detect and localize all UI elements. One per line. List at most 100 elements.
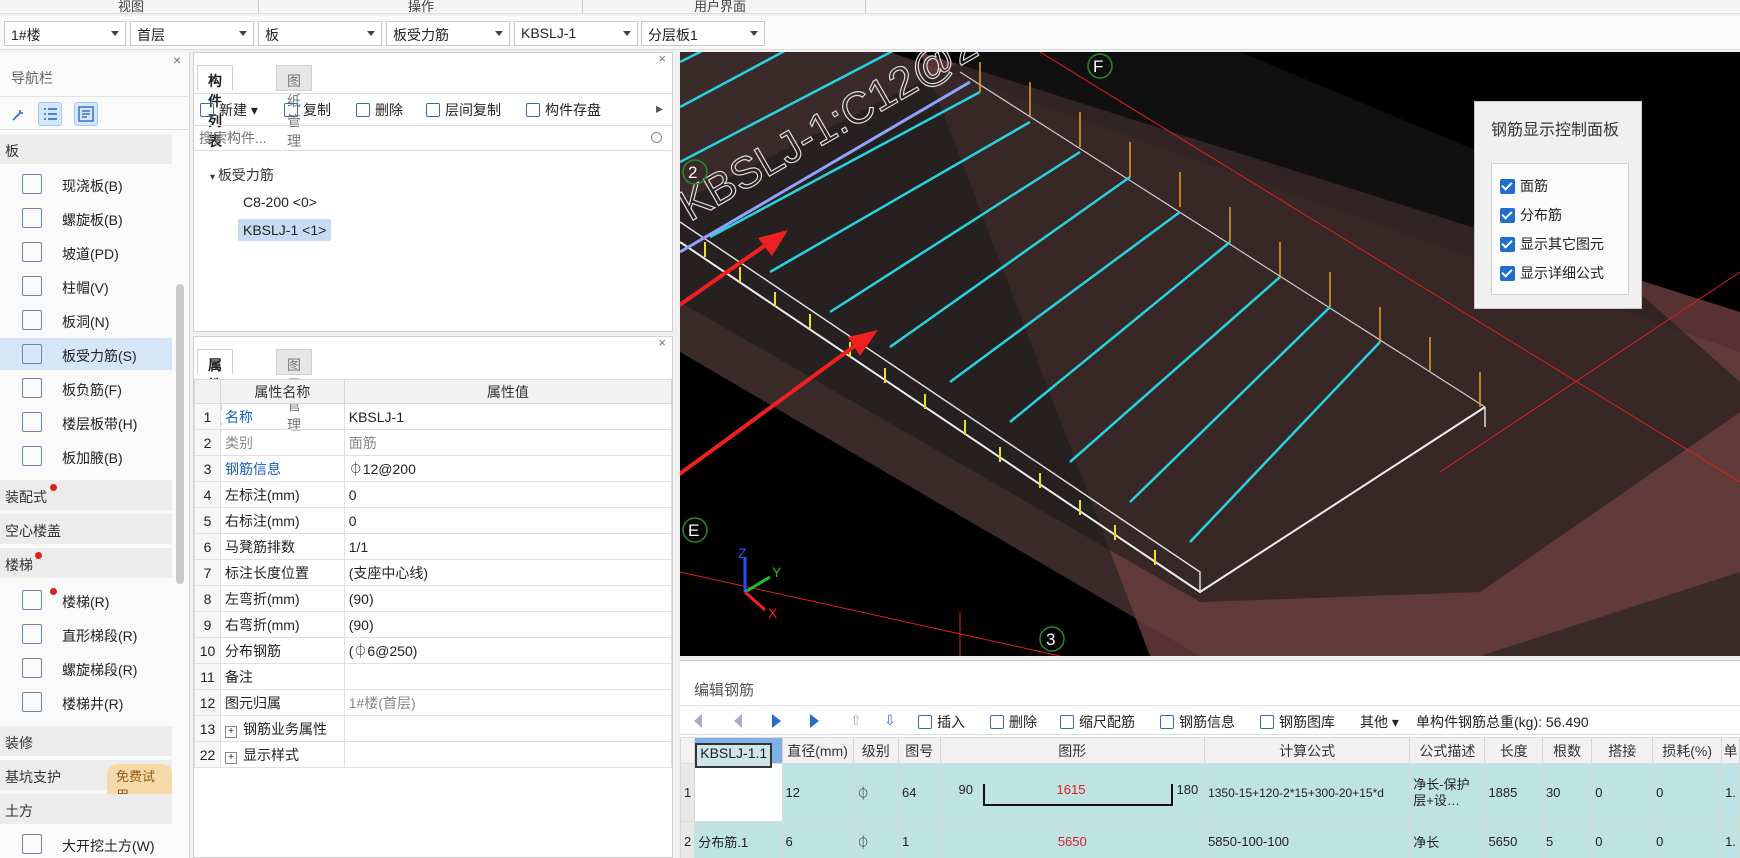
tab-layer-manage[interactable]: 图层管理	[276, 349, 312, 433]
table-row[interactable]: 5 右标注(mm) 0	[194, 507, 673, 534]
check-icon[interactable]	[1500, 237, 1515, 252]
nav-item-stair[interactable]: 楼梯(R)	[0, 584, 172, 616]
nav-category-stairs[interactable]: 楼梯	[0, 548, 172, 578]
table-row[interactable]: 4 左标注(mm) 0	[194, 481, 673, 508]
building-select[interactable]: 1#楼	[4, 21, 126, 46]
nav-toolbar	[0, 96, 190, 130]
table-row[interactable]: 7 标注长度位置 (支座中心线)	[194, 559, 673, 586]
stair-icon	[22, 590, 42, 610]
next-icon[interactable]	[772, 714, 781, 728]
slab-rebar-icon	[22, 344, 42, 364]
nav-scrollbar[interactable]	[176, 284, 184, 584]
rebar-shape-cell[interactable]: 90 1615 180	[939, 763, 1206, 822]
move-down-icon[interactable]: ⇩	[884, 712, 896, 729]
nav-item-slab-rebar[interactable]: 板受力筋(S)	[0, 338, 172, 370]
new-button[interactable]: 新建 ▾	[200, 100, 258, 120]
nav-item-spiral-flight[interactable]: 螺旋梯段(R)	[0, 652, 172, 684]
search-input[interactable]	[194, 126, 624, 150]
detail-view-icon[interactable]	[74, 102, 98, 126]
expand-icon[interactable]: ▾	[210, 172, 218, 183]
tab-component-list[interactable]: 构件列表	[197, 65, 233, 149]
table-row[interactable]: 11 备注	[194, 663, 673, 690]
expand-icon[interactable]: +	[224, 751, 237, 764]
check-icon[interactable]	[1500, 266, 1515, 281]
table-row[interactable]: 12 图元归属 1#楼(首层)	[194, 689, 673, 716]
check-icon[interactable]	[1500, 208, 1515, 223]
nav-category-earth[interactable]: 土方	[0, 794, 172, 824]
shape-line	[1170, 784, 1173, 806]
component-search	[194, 125, 672, 151]
tree-root[interactable]: ▾ 板受力筋	[210, 165, 274, 185]
rebar-info-button[interactable]: 钢筋信息	[1160, 712, 1235, 732]
more-icon[interactable]: ▸	[656, 100, 663, 117]
check-icon[interactable]	[1500, 179, 1515, 194]
spiral-flight-icon	[22, 658, 42, 678]
table-row[interactable]: 3 钢筋信息 ⏀12@200	[194, 455, 673, 482]
tab-property-list[interactable]: 属性列表	[197, 349, 233, 433]
nav-item-cast-slab[interactable]: 现浇板(B)	[0, 168, 172, 200]
nav-item-ramp[interactable]: 坡道(PD)	[0, 236, 172, 268]
tab-drawing-manage[interactable]: 图纸管理	[276, 65, 312, 149]
table-row[interactable]: 8 左弯折(mm) (90)	[194, 585, 673, 612]
nav-category-hollow[interactable]: 空心楼盖	[0, 514, 172, 544]
table-row[interactable]: 6 马凳筋排数 1/1	[194, 533, 673, 560]
other-dropdown[interactable]: 其他 ▾	[1360, 712, 1399, 732]
axis-gizmo-icon	[743, 557, 771, 612]
type-select[interactable]: 板受力筋	[386, 21, 510, 46]
table-row[interactable]: 22 + 显示样式	[194, 741, 673, 768]
tree-item-kbslj[interactable]: KBSLJ-1 <1>	[238, 219, 332, 241]
checkbox-top-rebar[interactable]: 面筋	[1500, 176, 1548, 196]
close-icon[interactable]: ×	[658, 51, 666, 66]
nav-item-straight-flight[interactable]: 直形梯段(R)	[0, 618, 172, 650]
checkbox-distribution-rebar[interactable]: 分布筋	[1500, 205, 1562, 225]
list-view-icon[interactable]	[38, 102, 62, 126]
copy-button[interactable]: 复制	[284, 100, 331, 120]
nav-item-excavation[interactable]: 大开挖土方(W)	[0, 828, 172, 858]
component-select[interactable]: KBSLJ-1	[514, 21, 638, 46]
table-row[interactable]: 1 名称 KBSLJ-1	[194, 403, 673, 430]
search-icon[interactable]	[651, 132, 662, 143]
table-row[interactable]: 10 分布钢筋 (⏀6@250)	[194, 637, 673, 664]
first-icon[interactable]	[694, 714, 702, 728]
nav-item-column-cap[interactable]: 柱帽(V)	[0, 270, 172, 302]
floor-copy-button[interactable]: 层间复制	[426, 100, 501, 120]
rebar-library-button[interactable]: 钢筋图库	[1260, 712, 1335, 732]
layer-select[interactable]: 分层板1	[641, 21, 765, 46]
checkbox-other-elements[interactable]: 显示其它图元	[1500, 234, 1604, 254]
floor-select[interactable]: 首层	[130, 21, 254, 46]
prev-icon[interactable]	[734, 714, 742, 728]
nav-category-slab[interactable]: 板	[0, 134, 172, 164]
insert-button[interactable]: 插入	[918, 712, 965, 732]
nav-category-decor[interactable]: 装修	[0, 726, 172, 756]
tree-item-c8[interactable]: C8-200 <0>	[238, 191, 322, 213]
menu-view[interactable]: 视图	[118, 0, 144, 13]
delete-button[interactable]: 删除	[356, 100, 403, 120]
expand-icon[interactable]: +	[224, 725, 237, 738]
table-row[interactable]: 2 类别 面筋	[194, 429, 673, 456]
last-icon[interactable]	[810, 714, 819, 728]
menu-ui[interactable]: 用户界面	[694, 0, 746, 13]
table-row[interactable]: 13 + 钢筋业务属性	[194, 715, 673, 742]
table-row[interactable]: 2 分布筋.1 6 ⏀ 1 5650 5850-100-100 净长 5650 …	[679, 821, 1740, 858]
category-select[interactable]: 板	[258, 21, 382, 46]
nav-item-floor-strip[interactable]: 楼层板带(H)	[0, 406, 172, 438]
delete-rebar-button[interactable]: 删除	[990, 712, 1037, 732]
move-up-icon[interactable]: ⇧	[850, 712, 862, 729]
nav-category-prefab[interactable]: 装配式	[0, 480, 172, 510]
nav-item-stair-well[interactable]: 楼梯井(R)	[0, 686, 172, 718]
table-row[interactable]: 1 KBSLJ-1.1 12 ⏀ 64 90 1615 180 1350-15+…	[679, 742, 1740, 822]
nav-item-haunch[interactable]: 板加腋(B)	[0, 440, 172, 472]
close-icon[interactable]: ×	[658, 335, 666, 350]
menu-operate[interactable]: 操作	[408, 0, 434, 13]
nav-category-pit[interactable]: 基坑支护 免费试用	[0, 760, 172, 806]
save-component-button[interactable]: 构件存盘	[526, 100, 601, 120]
nav-item-negative-rebar[interactable]: 板负筋(F)	[0, 372, 172, 404]
nav-item-slab-hole[interactable]: 板洞(N)	[0, 304, 172, 336]
table-row[interactable]: 9 右弯折(mm) (90)	[194, 611, 673, 638]
close-icon[interactable]: ×	[173, 52, 181, 68]
total-weight: 单构件钢筋总重(kg): 56.490	[1416, 714, 1589, 730]
nav-item-spiral-slab[interactable]: 螺旋板(B)	[0, 202, 172, 234]
sparkle-icon[interactable]	[6, 102, 30, 126]
checkbox-detailed-formula[interactable]: 显示详细公式	[1500, 263, 1604, 283]
scale-rebar-button[interactable]: 缩尺配筋	[1060, 712, 1135, 732]
